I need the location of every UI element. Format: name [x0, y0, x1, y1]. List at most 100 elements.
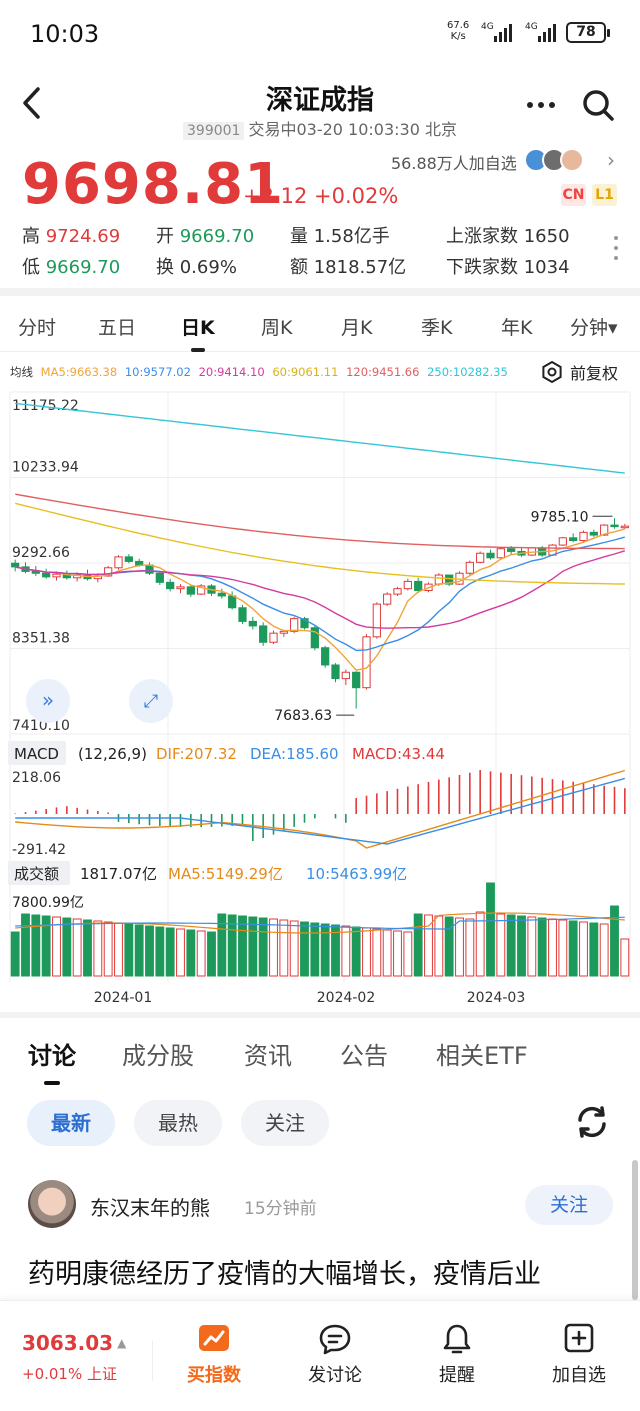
volume-bar	[486, 882, 495, 977]
add-watchlist-button[interactable]: 加自选	[534, 1323, 624, 1387]
ma20-line	[15, 550, 626, 629]
scrollbar[interactable]	[632, 1160, 638, 1300]
status-time: 10:03	[30, 20, 100, 48]
followers-count[interactable]: 56.88万人加自选	[391, 150, 517, 174]
volume-bar	[465, 918, 475, 977]
candle-body	[186, 586, 195, 595]
volume-bar	[186, 929, 196, 977]
section-divider	[0, 288, 640, 296]
volume-bar	[165, 927, 175, 977]
alert-button[interactable]: 提醒	[412, 1323, 502, 1387]
tab-discussion[interactable]: 讨论	[28, 1036, 76, 1085]
candle-body	[341, 671, 350, 680]
tab-wuri[interactable]: 五日	[98, 313, 136, 340]
post-text[interactable]: 药明康德经历了疫情的大幅增长，疫情后业	[28, 1252, 541, 1291]
tab-announcement[interactable]: 公告	[340, 1036, 388, 1071]
candle-body	[279, 630, 288, 634]
stock-code: 399001	[183, 122, 245, 140]
candle-body	[362, 636, 371, 689]
low-marker-label: 7683.63	[274, 708, 332, 724]
refresh-icon[interactable]	[574, 1104, 610, 1140]
tab-niank[interactable]: 年K	[501, 313, 532, 340]
follow-button[interactable]: 关注	[525, 1185, 613, 1225]
candle-body	[589, 531, 598, 536]
expand-icon: »	[42, 688, 54, 712]
more-icon[interactable]	[526, 90, 556, 127]
kline-chart[interactable]: 均线 MA5:9663.38 10:9577.02 20:9414.10 60:…	[0, 352, 640, 1012]
section-divider	[0, 1012, 640, 1018]
candle-body	[620, 525, 629, 529]
volume-bar	[568, 920, 578, 977]
market-tag-cn: CN	[561, 184, 586, 206]
filter-latest[interactable]: 最新	[27, 1100, 115, 1146]
more-stats-icon[interactable]	[614, 236, 618, 266]
filter-following[interactable]: 关注	[241, 1100, 329, 1146]
tab-yuek[interactable]: 月K	[341, 313, 372, 340]
tab-fenshi[interactable]: 分时	[18, 313, 56, 340]
volume-bar	[382, 929, 392, 977]
y-tick-label: 8351.38	[12, 631, 70, 647]
volume-bar	[176, 928, 185, 977]
filter-hot[interactable]: 最热	[134, 1100, 222, 1146]
macd-dif-line	[15, 769, 626, 849]
post-author[interactable]: 东汉末年的熊	[90, 1192, 210, 1221]
search-icon[interactable]	[581, 88, 615, 122]
header: 深证成指 399001 交易中03-20 10:03:30 北京	[0, 66, 640, 142]
tab-components[interactable]: 成分股	[122, 1036, 194, 1071]
volume-bar	[434, 915, 444, 977]
volume-bar	[403, 931, 413, 977]
volume-bar	[413, 913, 423, 977]
stat-volume: 量 1.58亿手	[290, 226, 390, 247]
volume-bar	[372, 928, 382, 977]
candle-body	[135, 560, 144, 566]
follower-avatars[interactable]	[524, 148, 584, 172]
signal-icon	[494, 22, 512, 42]
vol-ma10: 10:5463.99亿	[306, 865, 407, 883]
candle-body	[393, 588, 402, 595]
buy-index-button[interactable]: 买指数	[169, 1323, 259, 1387]
candle-body	[610, 524, 619, 528]
tab-rik[interactable]: 日K	[181, 313, 215, 352]
y-tick-label: 11175.22	[12, 398, 79, 414]
avatar[interactable]	[28, 1180, 76, 1228]
post-discussion-button[interactable]: 发讨论	[290, 1323, 380, 1387]
macd-bottom-label: -291.42	[12, 842, 66, 858]
volume-bar	[558, 919, 568, 977]
tab-jik[interactable]: 季K	[421, 313, 452, 340]
volume-bar	[238, 915, 247, 977]
volume-bar	[599, 923, 609, 977]
candle-body	[248, 620, 257, 627]
candle-body	[176, 586, 185, 590]
volume-bar	[124, 923, 134, 977]
tab-news[interactable]: 资讯	[244, 1036, 292, 1071]
sh-index-value[interactable]: 3063.03 ▲	[22, 1331, 126, 1355]
macd-params: (12,26,9)	[78, 745, 147, 763]
chart-canvas: 11175.2210233.949292.668351.387410.10978…	[8, 391, 631, 1006]
post-time: 15分钟前	[244, 1199, 317, 1219]
tab-related-etf[interactable]: 相关ETF	[436, 1036, 528, 1071]
volume-bar	[289, 920, 299, 977]
volume-bar	[506, 914, 516, 977]
signal-label-2: 4G	[525, 22, 538, 32]
volume-bar	[620, 938, 630, 977]
stat-turnover: 换 0.69%	[156, 257, 237, 278]
candle-body	[331, 664, 340, 680]
tab-fenzhong[interactable]: 分钟▾	[570, 313, 618, 340]
chevron-right-icon[interactable]: ›	[607, 148, 615, 172]
period-tabs: 分时 五日 日K 周K 月K 季K 年K 分钟▾	[0, 296, 640, 352]
sh-index-change[interactable]: +0.01% 上证	[22, 1363, 117, 1384]
volume-bar	[134, 924, 144, 977]
candle-body	[403, 580, 412, 590]
vol-ma5: MA5:5149.29亿	[168, 865, 283, 883]
volume-bar	[310, 922, 320, 977]
candle-body	[476, 552, 485, 563]
candle-body	[114, 556, 123, 569]
market-tag-l1: L1	[592, 184, 617, 206]
trading-status: 交易中03-20 10:03:30 北京	[248, 120, 457, 139]
volume-bar	[548, 918, 557, 977]
net-speed-value: 67.6	[447, 20, 470, 31]
buy-index-label: 买指数	[187, 1365, 241, 1386]
macd-top-label: 218.06	[12, 770, 61, 786]
tab-zhouk[interactable]: 周K	[261, 313, 292, 340]
volume-bar	[114, 922, 123, 977]
